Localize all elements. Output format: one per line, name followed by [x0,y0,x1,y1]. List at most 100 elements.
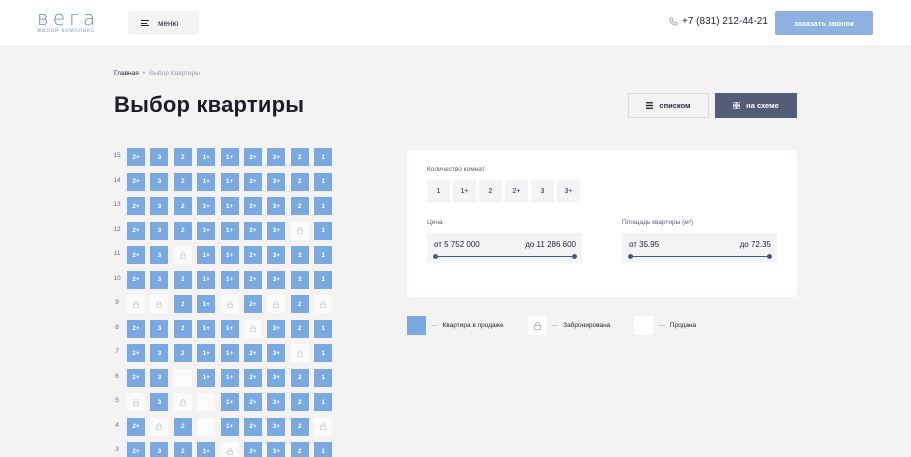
apartment-cell[interactable]: 1 [314,246,333,264]
apartment-cell[interactable]: 2+ [244,295,262,313]
apartment-cell[interactable]: 3+ [267,368,286,387]
apartment-cell[interactable]: 1 [314,172,333,191]
apartment-cell[interactable]: 2+ [127,148,145,166]
apartment-cell[interactable]: 2 [173,344,192,362]
apartment-cell[interactable]: 3 [150,221,169,240]
apartment-cell[interactable]: 2+ [127,417,145,436]
apartment-cell[interactable]: 3 [150,197,169,215]
apartment-cell[interactable]: 1 [314,197,333,215]
view-list-button[interactable]: списком [628,93,709,118]
apartment-cell[interactable]: 1+ [197,368,216,387]
apartment-cell[interactable]: 2 [290,197,309,215]
apartment-cell[interactable]: 3 [150,270,169,289]
apartment-cell[interactable]: 2+ [127,197,145,215]
apartment-cell[interactable]: 3+ [267,270,286,289]
apartment-cell[interactable]: 3+ [267,344,286,362]
apartment-cell[interactable]: 2+ [244,442,262,457]
apartment-cell[interactable]: 2 [290,442,309,457]
apartment-cell[interactable]: 1+ [197,270,216,289]
apartment-cell[interactable]: 2 [173,295,192,313]
apartment-cell[interactable]: 1 [314,393,333,411]
apartment-cell[interactable]: 3+ [267,246,286,264]
menu-button[interactable]: меню [128,11,199,35]
apartment-cell[interactable]: 2 [173,442,192,457]
room-option[interactable]: 2 [479,180,502,203]
apartment-cell[interactable]: 1+ [220,197,239,215]
apartment-cell[interactable]: 1 [314,221,333,240]
apartment-cell[interactable]: 1+ [197,197,216,215]
apartment-cell[interactable]: 2+ [127,221,145,240]
logo[interactable]: вега жилой комплекс [37,8,99,35]
apartment-cell[interactable]: 3 [150,368,169,387]
apartment-cell[interactable]: 2+ [244,417,262,436]
price-slider-max-handle[interactable] [572,254,577,259]
apartment-cell[interactable]: 2+ [127,246,145,264]
apartment-cell[interactable]: 3+ [267,393,286,411]
apartment-cell[interactable]: 1+ [197,221,216,240]
apartment-cell[interactable]: 3+ [267,148,286,166]
apartment-cell[interactable]: 1+ [197,319,216,338]
apartment-cell[interactable]: 2 [290,368,309,387]
apartment-cell[interactable]: 3 [150,172,169,191]
view-scheme-button[interactable]: на схеме [715,93,797,118]
apartment-cell[interactable]: 2+ [244,221,262,240]
apartment-cell[interactable]: 1 [314,148,333,166]
apartment-cell[interactable]: 1+ [220,246,239,264]
apartment-cell[interactable]: 1+ [197,148,216,166]
apartment-cell[interactable]: 1+ [220,368,239,387]
apartment-cell[interactable]: 2 [290,417,309,436]
apartment-cell[interactable]: 3 [150,442,169,457]
apartment-cell[interactable]: 2 [173,197,192,215]
apartment-cell[interactable]: 2+ [244,172,262,191]
room-option[interactable]: 1+ [453,180,476,203]
area-range[interactable]: от 35.95 до 72.35 [622,233,777,263]
apartment-cell[interactable]: 2+ [244,344,262,362]
apartment-cell[interactable]: 3+ [267,442,286,457]
apartment-cell[interactable]: 3+ [267,319,286,338]
price-range[interactable]: от 5 752 000 до 11 286 600 [427,233,582,263]
apartment-cell[interactable]: 1+ [220,417,239,436]
price-slider-track[interactable] [433,254,577,259]
apartment-cell[interactable]: 3+ [267,417,286,436]
apartment-cell[interactable]: 1+ [220,393,239,411]
apartment-cell[interactable]: 3 [150,344,169,362]
apartment-cell[interactable]: 2+ [127,344,145,362]
apartment-cell[interactable]: 2+ [244,393,262,411]
area-slider-max-handle[interactable] [767,254,772,259]
apartment-cell[interactable]: 1 [314,319,333,338]
apartment-cell[interactable]: 1+ [220,148,239,166]
apartment-cell[interactable]: 3 [150,148,169,166]
apartment-cell[interactable]: 2 [290,246,309,264]
apartment-cell[interactable]: 1+ [220,172,239,191]
apartment-cell[interactable]: 1+ [220,344,239,362]
apartment-cell[interactable]: 2 [290,148,309,166]
apartment-cell[interactable]: 2+ [127,172,145,191]
apartment-cell[interactable]: 1+ [197,344,216,362]
apartment-cell[interactable]: 2+ [244,246,262,264]
apartment-cell[interactable]: 1 [314,344,333,362]
apartment-cell[interactable]: 1+ [197,295,216,313]
room-option[interactable]: 2+ [505,180,528,203]
apartment-cell[interactable]: 2 [290,295,309,313]
apartment-cell[interactable]: 2 [173,221,192,240]
apartment-cell[interactable]: 1 [314,270,333,289]
apartment-cell[interactable]: 2 [290,270,309,289]
apartment-cell[interactable]: 3 [150,246,169,264]
breadcrumb-home[interactable]: Главная [114,70,139,77]
apartment-cell[interactable]: 2+ [244,368,262,387]
apartment-cell[interactable]: 1+ [220,270,239,289]
apartment-cell[interactable]: 1+ [197,246,216,264]
apartment-cell[interactable]: 3+ [267,197,286,215]
room-option[interactable]: 1 [427,180,450,203]
room-option[interactable]: 3+ [557,180,580,203]
room-option[interactable]: 3 [531,180,554,203]
apartment-cell[interactable]: 1 [314,368,333,387]
apartment-cell[interactable]: 1+ [220,221,239,240]
area-slider-track[interactable] [628,254,772,259]
apartment-cell[interactable]: 3+ [267,221,286,240]
apartment-cell[interactable]: 2 [173,148,192,166]
apartment-cell[interactable]: 2+ [127,319,145,338]
apartment-cell[interactable]: 2 [173,319,192,338]
apartment-cell[interactable]: 2+ [244,197,262,215]
apartment-cell[interactable]: 2 [173,417,192,436]
